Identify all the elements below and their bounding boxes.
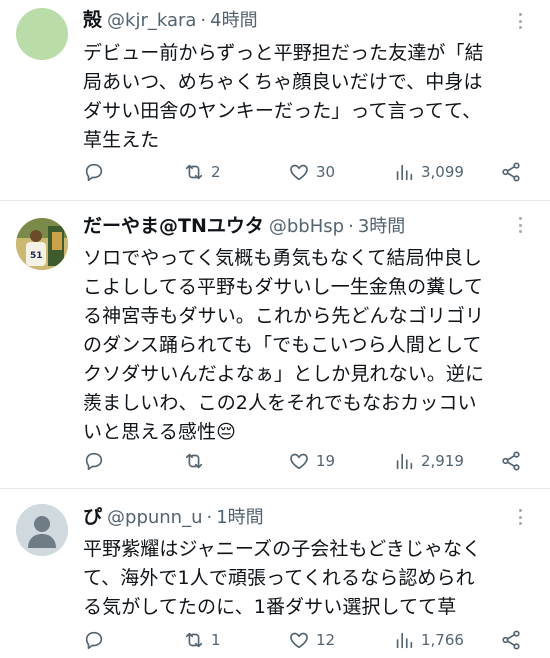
retweet-button[interactable]: 1 — [183, 629, 221, 651]
tweet[interactable]: 51 だーやま@TNユウタ @bbHsp · 3時間 ソロでやってく気概も勇気も… — [0, 201, 550, 489]
views-button[interactable]: 1,766 — [393, 629, 464, 651]
reply-icon — [85, 163, 103, 182]
like-count: 30 — [316, 163, 336, 181]
reply-button[interactable] — [83, 450, 111, 472]
avatar[interactable] — [16, 8, 68, 60]
like-icon — [290, 164, 308, 181]
views-count: 3,099 — [421, 163, 464, 181]
action-bar: 19 2,919 — [83, 449, 522, 473]
share-icon — [502, 451, 520, 471]
display-name[interactable]: ぴ — [83, 504, 102, 530]
separator-dot: · — [206, 507, 213, 528]
tweet[interactable]: ぴ @ppunn_u · 1時間 平野紫耀はジャニーズの子会社もどきじゃなく て… — [0, 489, 550, 658]
tweet-header: ぴ @ppunn_u · 1時間 — [83, 504, 536, 530]
user-handle[interactable]: @bbHsp — [269, 214, 344, 240]
avatar[interactable] — [16, 504, 68, 556]
default-person-icon — [16, 504, 68, 556]
like-icon — [290, 453, 308, 470]
like-button[interactable]: 19 — [288, 450, 335, 472]
more-icon[interactable] — [510, 11, 530, 31]
tweet[interactable]: 殻 @kjr_kara · 4時間 デビュー前からずっと平野担だった友達が「結 … — [0, 0, 550, 201]
views-icon — [396, 164, 413, 181]
reply-icon — [85, 452, 103, 471]
retweet-button[interactable]: 2 — [183, 161, 221, 183]
tweet-text: 平野紫耀はジャニーズの子会社もどきじゃなく て、海外で1人で頑張ってくれるなら認… — [83, 538, 482, 618]
jersey-number: 51 — [30, 251, 43, 261]
reply-button[interactable] — [83, 161, 111, 183]
share-icon — [502, 162, 520, 182]
like-button[interactable]: 30 — [288, 161, 335, 183]
action-bar: 1 12 1,766 — [83, 628, 522, 652]
share-button[interactable] — [500, 450, 522, 472]
retweet-count: 2 — [211, 163, 221, 181]
like-count: 12 — [316, 631, 336, 649]
timestamp[interactable]: 1時間 — [216, 505, 263, 531]
timestamp[interactable]: 4時間 — [210, 8, 257, 34]
tweet-header: 殻 @kjr_kara · 4時間 — [83, 7, 536, 33]
tweet-text: デビュー前からずっと平野担だった友達が「結 局あいつ、めちゃくちゃ顔良いだけで、… — [83, 42, 484, 151]
user-handle[interactable]: @ppunn_u — [107, 505, 202, 531]
like-count: 19 — [316, 452, 336, 470]
display-name[interactable]: 殻 — [83, 7, 102, 33]
views-count: 1,766 — [421, 631, 464, 649]
tweet-text: ソロでやってく気概も勇気もなくて結局仲良し こよししてる平野もダサいし一生金魚の… — [83, 247, 485, 443]
views-button[interactable]: 2,919 — [393, 450, 464, 472]
more-icon[interactable] — [510, 215, 530, 235]
avatar[interactable]: 51 — [16, 218, 68, 270]
views-icon — [396, 632, 413, 649]
share-button[interactable] — [500, 629, 522, 651]
retweet-count: 1 — [211, 631, 221, 649]
action-bar: 2 30 3,099 — [83, 160, 522, 184]
like-button[interactable]: 12 — [288, 629, 335, 651]
user-handle[interactable]: @kjr_kara — [107, 8, 196, 34]
views-icon — [396, 453, 413, 470]
retweet-icon — [185, 164, 203, 180]
retweet-icon — [185, 632, 203, 648]
tweet-feed: 殻 @kjr_kara · 4時間 デビュー前からずっと平野担だった友達が「結 … — [0, 0, 550, 658]
views-button[interactable]: 3,099 — [393, 161, 464, 183]
display-name[interactable]: だーやま@TNユウタ — [83, 213, 264, 239]
retweet-button[interactable] — [183, 450, 211, 472]
reply-icon — [85, 631, 103, 650]
retweet-icon — [185, 453, 203, 469]
tweet-header: だーやま@TNユウタ @bbHsp · 3時間 — [83, 213, 536, 239]
separator-dot: · — [200, 10, 207, 31]
reply-button[interactable] — [83, 629, 111, 651]
views-count: 2,919 — [421, 452, 464, 470]
share-button[interactable] — [500, 161, 522, 183]
like-icon — [290, 632, 308, 649]
baseball-player-avatar-icon: 51 — [16, 218, 68, 270]
timestamp[interactable]: 3時間 — [358, 214, 405, 240]
more-icon[interactable] — [510, 507, 530, 527]
separator-dot: · — [348, 216, 354, 237]
share-icon — [502, 630, 520, 650]
